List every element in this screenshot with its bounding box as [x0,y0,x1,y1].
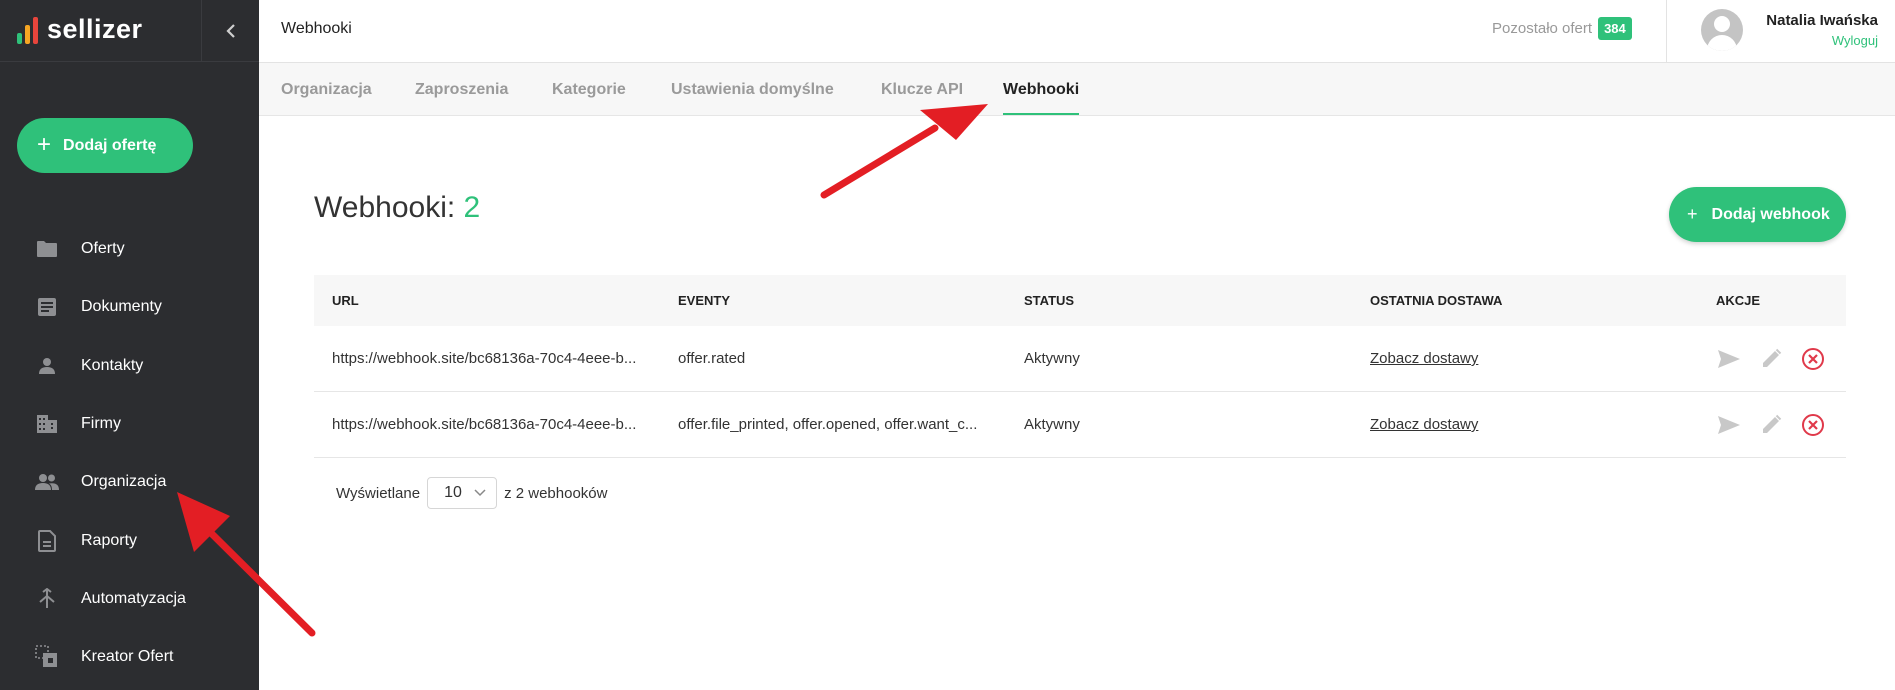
webhooks-heading-label: Webhooki: [314,191,456,224]
view-deliveries-link[interactable]: Zobacz dostawy [1370,350,1478,367]
table-row: https://webhook.site/bc68136a-70c4-4eee-… [314,326,1846,392]
tab-kategorie[interactable]: Kategorie [552,63,626,116]
tab-webhooki[interactable]: Webhooki [1003,63,1080,116]
edit-icon[interactable] [1758,412,1784,438]
user-name: Natalia Iwańska [1766,12,1878,29]
sidebar-item-label: Automatyzacja [81,589,186,607]
pagination-shown-label: Wyświetlane [336,484,421,502]
logo[interactable]: sellizer [17,14,143,45]
tab-ustawienia-domyslne[interactable]: Ustawienia domyślne [671,63,834,116]
chevron-down-icon [474,489,486,497]
pagination: Wyświetlane 10 z 2 webhooków [336,477,607,509]
delete-icon[interactable] [1800,412,1826,438]
sidebar-item-dokumenty[interactable]: Dokumenty [0,278,259,336]
webhooks-count: 2 [463,191,481,224]
add-webhook-label: Dodaj webhook [1711,205,1830,223]
sidebar-nav: Oferty Dokumenty Kontakty Firmy Organiza… [0,220,259,686]
page-title: Webhooki [281,20,352,37]
logo-mark-icon [17,16,38,44]
tab-organizacja[interactable]: Organizacja [281,63,372,116]
plus-icon: + [1687,204,1698,224]
table-row: https://webhook.site/bc68136a-70c4-4eee-… [314,392,1846,458]
webhooks-table: URL EVENTY STATUS OSTATNIA DOSTAWA AKCJE… [314,275,1846,458]
chevron-left-icon [225,24,235,38]
plus-icon: + [37,130,52,158]
remaining-offers-badge: 384 [1598,17,1632,40]
topbar: Webhooki Pozostało ofert 384 Natalia Iwa… [259,0,1895,63]
column-header-url: URL [332,293,359,308]
per-page-value: 10 [444,484,462,501]
annotation-arrow [820,104,988,199]
per-page-select[interactable]: 10 [427,477,498,509]
sidebar-item-label: Kreator Ofert [81,648,174,666]
remaining-offers: Pozostało ofert 384 [1492,17,1632,40]
collapse-sidebar-button[interactable] [201,0,259,62]
send-icon[interactable] [1716,346,1742,372]
column-header-events: EVENTY [678,293,731,308]
user-area: Natalia Iwańska Wyloguj [1666,0,1895,62]
offer-creator-icon [35,645,59,669]
webhook-events: offer.rated [678,350,746,367]
automation-icon [35,587,59,611]
add-offer-label: Dodaj ofertę [63,136,157,154]
people-icon [35,470,59,494]
sidebar-item-label: Organizacja [81,473,167,491]
sidebar-item-label: Dokumenty [81,298,162,316]
remaining-offers-label: Pozostało ofert [1492,20,1593,37]
sidebar-item-label: Raporty [81,531,138,549]
sidebar-item-label: Oferty [81,240,125,258]
document-icon [35,295,59,319]
webhook-url: https://webhook.site/bc68136a-70c4-4eee-… [332,416,637,433]
webhook-url: https://webhook.site/bc68136a-70c4-4eee-… [332,350,637,367]
sidebar-item-raporty[interactable]: Raporty [0,511,259,569]
column-header-actions: AKCJE [1716,293,1761,308]
folder-icon [35,237,59,261]
tab-klucze-api[interactable]: Klucze API [881,63,963,116]
webhook-events: offer.file_printed, offer.opened, offer.… [678,416,978,433]
tabs-bar: Organizacja Zaproszenia Kategorie Ustawi… [259,63,1895,116]
column-header-status: STATUS [1024,293,1075,308]
logo-text: sellizer [47,14,143,44]
building-icon [35,412,59,436]
tab-zaproszenia[interactable]: Zaproszenia [415,63,508,116]
add-webhook-button[interactable]: + Dodaj webhook [1669,187,1846,242]
avatar[interactable] [1701,9,1743,51]
row-actions [1698,412,1846,438]
sidebar-item-automatyzacja[interactable]: Automatyzacja [0,570,259,628]
sidebar-item-kontakty[interactable]: Kontakty [0,337,259,395]
delete-icon[interactable] [1800,346,1826,372]
sidebar-item-kreator-ofert[interactable]: Kreator Ofert [0,628,259,686]
person-icon [35,354,59,378]
pagination-total-label: z 2 webhooków [504,484,608,502]
sidebar-item-organizacja[interactable]: Organizacja [0,453,259,511]
sidebar: sellizer + Dodaj ofertę Oferty Dokumenty… [0,0,259,690]
webhook-status: Aktywny [1024,416,1080,433]
sidebar-item-label: Firmy [81,415,121,433]
send-icon[interactable] [1716,412,1742,438]
webhooks-heading: Webhooki: 2 [314,191,480,225]
add-offer-button[interactable]: + Dodaj ofertę [17,118,193,173]
table-header: URL EVENTY STATUS OSTATNIA DOSTAWA AKCJE [314,275,1846,326]
view-deliveries-link[interactable]: Zobacz dostawy [1370,416,1478,433]
report-icon [35,529,59,553]
sidebar-item-label: Kontakty [81,356,144,374]
row-actions [1698,346,1846,372]
sidebar-item-firmy[interactable]: Firmy [0,395,259,453]
column-header-last-delivery: OSTATNIA DOSTAWA [1370,293,1503,308]
logout-link[interactable]: Wyloguj [1832,33,1878,48]
edit-icon[interactable] [1758,346,1784,372]
sidebar-item-oferty[interactable]: Oferty [0,220,259,278]
webhook-status: Aktywny [1024,350,1080,367]
logo-bar: sellizer [0,0,259,62]
